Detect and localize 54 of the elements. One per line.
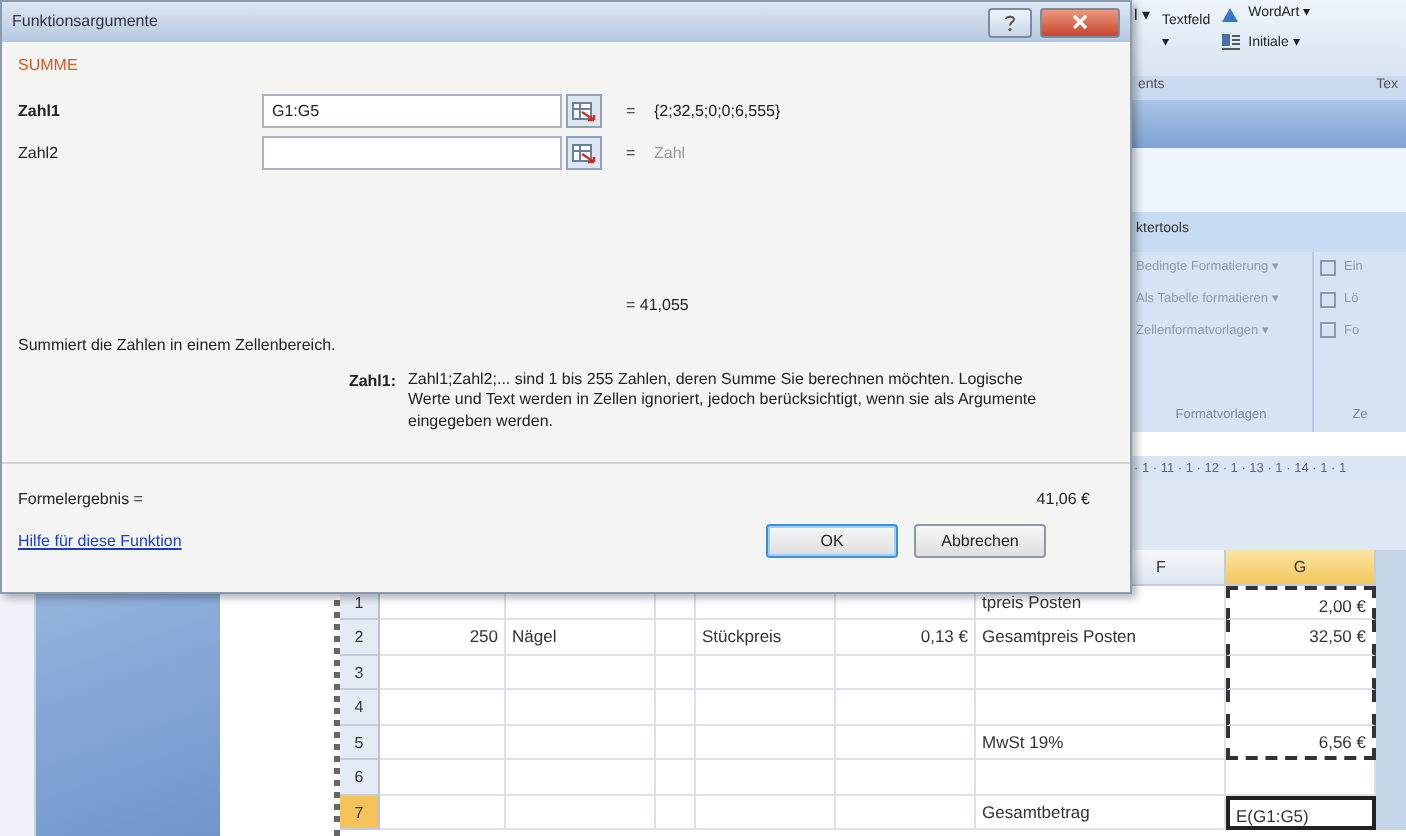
range-select-icon	[572, 143, 596, 163]
ok-button[interactable]: OK	[766, 524, 898, 558]
row-header[interactable]: 6	[340, 760, 380, 795]
collapse-dialog-button[interactable]	[566, 94, 602, 128]
equals-sign: =	[626, 141, 638, 165]
argument-description: Zahl1;Zahl2;... sind 1 bis 255 Zahlen, deren Summe Sie berechnen möchten. Logische Werte und Text werden in Zellen ignoriert, jedoch berücksichtigt, wenn sie als Argumente eingegeben werden.	[408, 370, 1039, 434]
row-header[interactable]: 2	[340, 620, 380, 655]
close-icon	[1072, 14, 1088, 30]
argument-result: Zahl	[654, 141, 686, 165]
row-header[interactable]: 5	[340, 725, 380, 760]
table-cell[interactable]: Stückpreis	[696, 620, 836, 655]
formula-result-value: 41,06 €	[1036, 488, 1090, 512]
close-button[interactable]	[1040, 7, 1120, 37]
table-cell[interactable]: 0,13 €	[836, 620, 976, 655]
cell-icon	[1320, 291, 1336, 308]
function-result: = 41,055	[626, 294, 691, 318]
row-header[interactable]: 3	[340, 655, 380, 690]
argument-name: Zahl1:	[346, 370, 398, 394]
table-cell[interactable]: 2,00 €	[1226, 585, 1376, 620]
cell-editor[interactable]: E(G1:G5)	[1226, 795, 1376, 830]
row-header[interactable]: 7	[340, 795, 380, 830]
empty-cell[interactable]	[1226, 690, 1376, 725]
argument-field[interactable]: G1:G5	[262, 94, 562, 128]
help-icon	[1004, 13, 1016, 31]
table-cell[interactable]: 6,56 €	[1226, 725, 1376, 760]
cell-icon	[1320, 259, 1336, 276]
help-link[interactable]: Hilfe für diese Funktion	[18, 529, 182, 553]
cancel-button[interactable]: Abbrechen	[914, 524, 1046, 558]
table-cell[interactable]: 32,50 €	[1226, 620, 1376, 655]
argument-field[interactable]	[262, 136, 562, 170]
argument-result: {2;32,5;0;0;6,555}	[654, 99, 781, 123]
ribbon-label: l ▾	[1134, 4, 1150, 28]
help-button[interactable]	[988, 7, 1032, 37]
vertical-scrollbar[interactable]	[1376, 550, 1406, 830]
range-select-icon	[572, 101, 596, 121]
equals-sign: =	[626, 99, 638, 123]
empty-cell[interactable]	[1226, 655, 1376, 690]
argument-label: Zahl2	[18, 141, 61, 165]
table-cell[interactable]: Gesamtpreis Posten	[976, 620, 1226, 655]
drop-cap-icon	[1222, 34, 1241, 53]
triangle-icon	[1222, 5, 1241, 24]
row-header[interactable]: 4	[340, 690, 380, 725]
column-header[interactable]: G	[1226, 550, 1376, 585]
table-cell[interactable]: Gesamtbetrag	[976, 795, 1226, 830]
argument-label: Zahl1	[18, 99, 62, 123]
formula-result-label: Formelergebnis =	[18, 488, 143, 512]
cell-icon	[1320, 322, 1336, 339]
function-name: SUMME	[18, 54, 80, 78]
table-cell[interactable]: Nägel	[506, 620, 656, 655]
table-cell[interactable]: MwSt 19%	[976, 725, 1226, 760]
function-description: Summiert die Zahlen in einem Zellenbereich.	[18, 334, 338, 358]
window-title: Funktionsargumente	[12, 10, 158, 34]
collapse-dialog-button[interactable]	[566, 136, 602, 170]
table-cell[interactable]: 250	[380, 620, 506, 655]
